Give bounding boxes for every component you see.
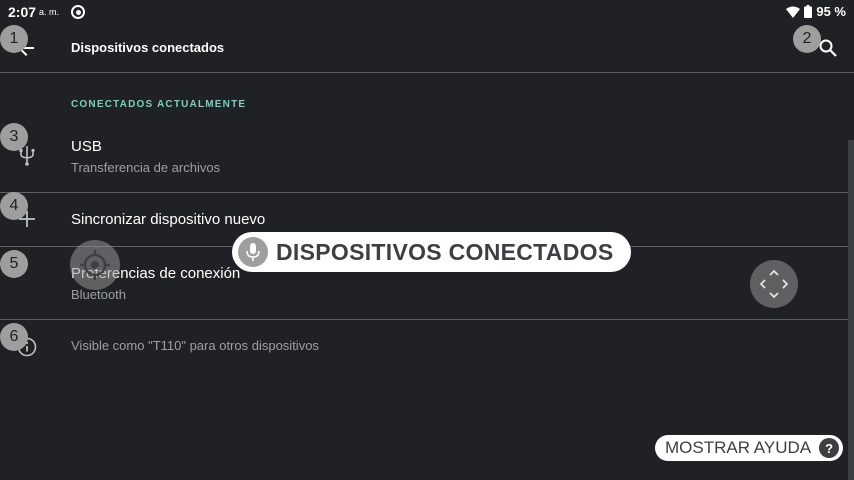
show-help-button[interactable]: MOSTRAR AYUDA ? [655,435,844,461]
number-badge-2: 2 [793,25,821,53]
microphone-icon [238,237,268,267]
status-time: 2:07 [8,4,37,20]
number-badge-4: 4 [0,192,28,220]
number-badge-5: 5 [0,250,28,278]
toolbar: Dispositivos conectados [0,24,854,72]
dpad-control[interactable] [750,260,798,308]
crosshair-target[interactable] [70,240,120,290]
crosshair-icon [80,250,110,280]
usb-row[interactable]: USB Transferencia de archivos [0,124,854,192]
question-icon: ? [819,438,840,458]
wifi-icon [786,6,801,18]
number-badge-3: 3 [0,123,28,151]
voice-command-text: DISPOSITIVOS CONECTADOS [276,238,614,265]
pair-new-device-title: Sincronizar dispositivo nuevo [71,211,266,228]
scrollbar[interactable] [848,140,854,480]
visible-as-text: Visible como "T110" para otros dispositi… [71,338,319,353]
usb-title: USB [71,138,102,155]
section-header: CONECTADOS ACTUALMENTE [71,99,247,110]
battery-icon [804,5,813,18]
visible-as-row: Visible como "T110" para otros dispositi… [0,320,854,372]
status-ampm: a. m. [39,7,60,17]
page-title: Dispositivos conectados [71,40,225,55]
status-bar: 2:07 a. m. 95 % [0,0,854,24]
voice-command-pill: DISPOSITIVOS CONECTADOS [232,232,632,272]
battery-percent: 95 % [816,4,846,19]
usb-subtitle: Transferencia de archivos [71,160,221,175]
show-help-label: MOSTRAR AYUDA [665,438,812,457]
number-badge-1: 1 [0,25,28,53]
number-badge-6: 6 [0,323,28,351]
dpad-arrows-icon [759,269,789,299]
notification-icon [71,5,86,19]
divider [0,72,854,73]
status-right: 95 % [786,4,846,19]
